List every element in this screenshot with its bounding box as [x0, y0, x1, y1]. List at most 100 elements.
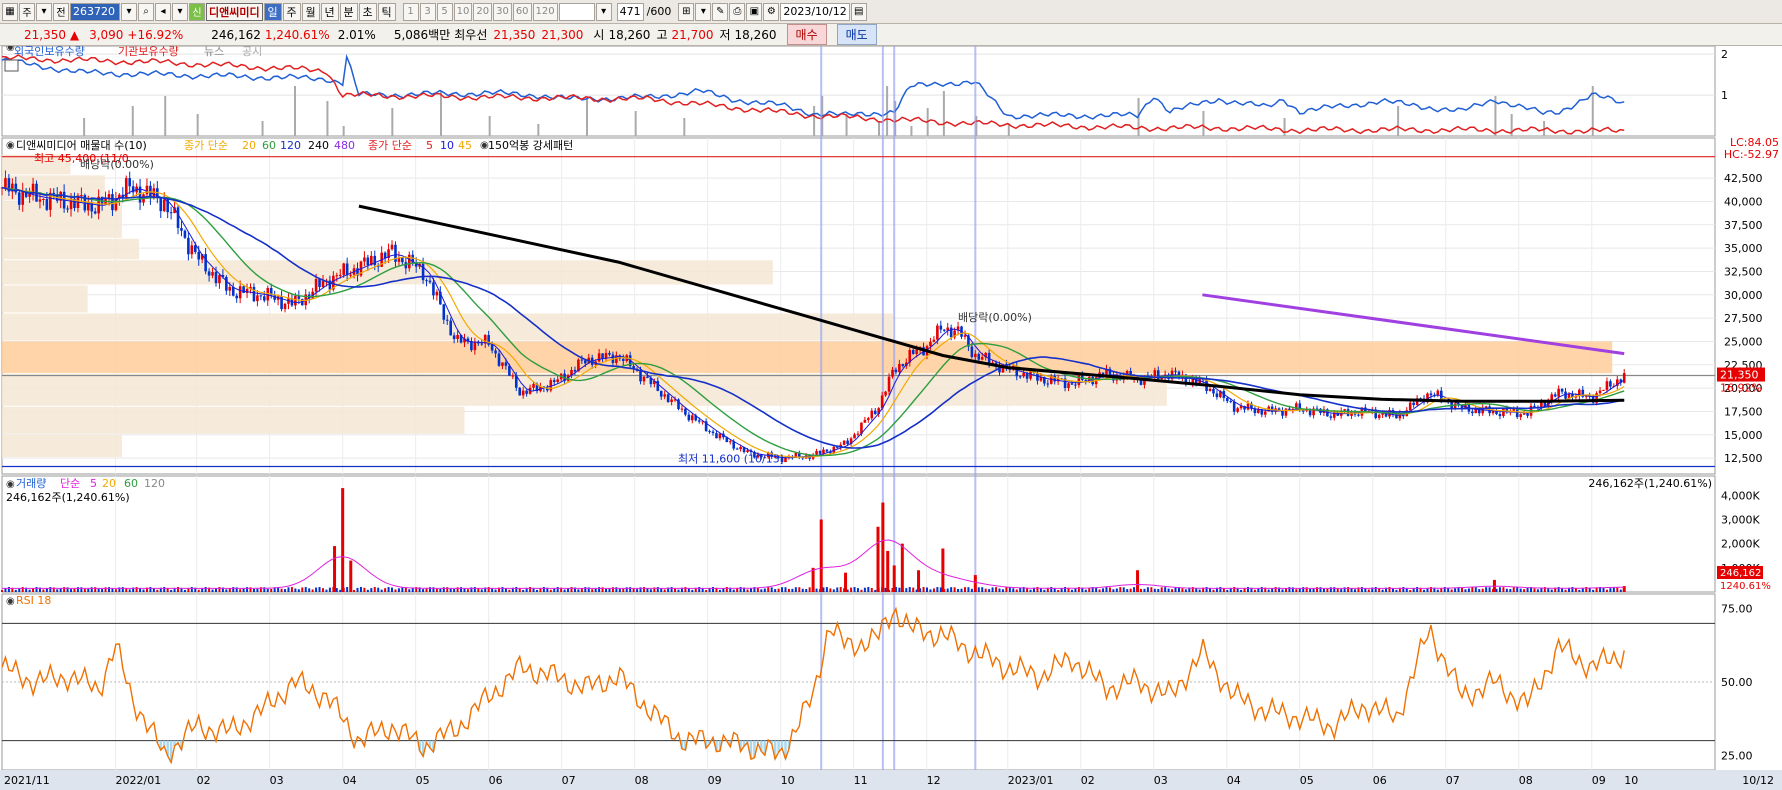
chevron-down-icon[interactable]: ▾	[172, 2, 188, 21]
candle-body	[152, 188, 156, 198]
tab-period-week[interactable]: 주	[282, 2, 301, 21]
candle-body	[670, 399, 673, 402]
volume-bar	[1488, 587, 1491, 592]
price-y-tick: 42,500	[1724, 172, 1763, 185]
gear-icon[interactable]: ⚙	[763, 2, 780, 21]
search-icon[interactable]: ⌕	[138, 2, 154, 21]
indicator-icon[interactable]: ⊞	[678, 2, 695, 21]
interval-1[interactable]: 1	[402, 2, 419, 21]
candle-body	[218, 275, 221, 284]
candle-body	[1412, 402, 1415, 406]
interval-10[interactable]: 10	[453, 2, 473, 21]
candle-body	[873, 410, 877, 415]
tab-period-year[interactable]: 년	[320, 2, 339, 21]
dividend-label: 배당락(0.00%)	[958, 311, 1032, 324]
news-bar	[585, 98, 588, 136]
volume-bar	[1360, 587, 1363, 592]
volume-bar	[917, 570, 921, 592]
interval-5[interactable]: 5	[436, 2, 453, 21]
volume-bar	[763, 588, 766, 592]
candle-body	[52, 192, 56, 195]
volume-bar	[1064, 587, 1067, 592]
candle-body	[314, 279, 318, 292]
interval-3[interactable]: 3	[419, 2, 436, 21]
stock-badge-icon: 신	[189, 2, 205, 21]
volume-bar	[1139, 588, 1142, 592]
chart-canvas[interactable]: 2 1 ◉ 외국인보유수량 기관보유수량 뉴스 공시 42,500 40,000 37,500 35…	[0, 46, 1782, 790]
save-icon[interactable]: ▣	[746, 2, 763, 21]
draw-tool-icon[interactable]: ✎	[712, 2, 729, 21]
high-price: 21,700	[671, 27, 714, 42]
rsi-y-tick: 75.00	[1721, 603, 1753, 616]
market-select[interactable]: 전	[53, 2, 69, 21]
volume-bar	[356, 587, 359, 592]
interval-custom-input[interactable]	[558, 2, 595, 21]
vol-pane-frame	[1, 475, 1716, 593]
volume-bar	[781, 587, 784, 592]
news-bar	[196, 114, 199, 136]
volume-bar	[1481, 588, 1484, 592]
candle-body	[891, 369, 894, 377]
interval-30[interactable]: 30	[493, 2, 512, 21]
candle-body	[180, 227, 183, 231]
volume-bar	[622, 588, 625, 592]
candle-body	[1605, 381, 1609, 390]
volume-bar	[284, 589, 287, 592]
candle-body	[211, 272, 214, 276]
date-input[interactable]: 2023/10/12	[780, 2, 850, 21]
history-icon[interactable]: ◂	[155, 2, 171, 21]
candle-body	[687, 414, 691, 421]
candle-body	[407, 254, 411, 269]
candle-body	[38, 199, 42, 202]
print-icon[interactable]: ⎙	[729, 2, 746, 21]
code-dropdown-icon[interactable]: ▾	[121, 2, 137, 21]
candle-body	[1498, 414, 1502, 417]
volume-bar	[1550, 589, 1553, 592]
volume-bar	[508, 589, 511, 592]
low-price-label: 최저 11,600 (10/13)	[678, 453, 784, 466]
tab-period-day[interactable]: 일	[263, 2, 282, 21]
stock-code-input[interactable]: 263720	[70, 2, 120, 21]
volume-bar	[691, 589, 694, 592]
volume-bar	[991, 587, 994, 592]
candle-body	[256, 295, 259, 302]
volume-bar	[570, 587, 573, 592]
count-input[interactable]: 471	[616, 2, 644, 21]
chevron-down-icon[interactable]: ▾	[36, 2, 52, 21]
tab-period-tick[interactable]: 틱	[377, 2, 396, 21]
date-axis-label: 04	[1227, 774, 1241, 787]
candle-body	[708, 431, 711, 433]
interval-120[interactable]: 120	[532, 2, 558, 21]
candle-body	[252, 286, 256, 302]
candle-body	[1229, 401, 1233, 403]
volume-bar	[197, 589, 200, 592]
period-select[interactable]: 주	[19, 2, 35, 21]
volume-bar	[957, 589, 960, 592]
candle-body	[4, 178, 7, 188]
date-axis-label: 04	[343, 774, 357, 787]
candle-body	[936, 325, 939, 340]
current-price: 21,350 ▲	[24, 27, 80, 42]
tab-period-second[interactable]: 초	[358, 2, 377, 21]
chevron-down-icon[interactable]: ▾	[595, 2, 612, 21]
calendar-icon[interactable]: ▤	[850, 2, 867, 21]
volume-bar	[1171, 589, 1174, 592]
interval-60[interactable]: 60	[512, 2, 532, 21]
tab-period-minute[interactable]: 분	[339, 2, 358, 21]
candle-body	[1602, 389, 1605, 391]
candle-body	[1246, 403, 1250, 410]
volume-bar	[1322, 588, 1325, 592]
grid-icon[interactable]: ▦	[2, 2, 18, 21]
volume-bar	[829, 588, 832, 592]
interval-20[interactable]: 20	[473, 2, 493, 21]
buy-button[interactable]: 매수	[786, 24, 827, 45]
volume-bar	[746, 589, 749, 592]
date-axis-bar	[0, 770, 1782, 790]
volume-bar	[876, 526, 880, 592]
volume-ma-label: 단순	[60, 477, 80, 490]
chevron-down-icon[interactable]: ▾	[695, 2, 712, 21]
candle-body	[646, 376, 649, 378]
volume-bar	[325, 589, 328, 592]
sell-button[interactable]: 매도	[836, 24, 877, 45]
tab-period-month[interactable]: 월	[301, 2, 320, 21]
